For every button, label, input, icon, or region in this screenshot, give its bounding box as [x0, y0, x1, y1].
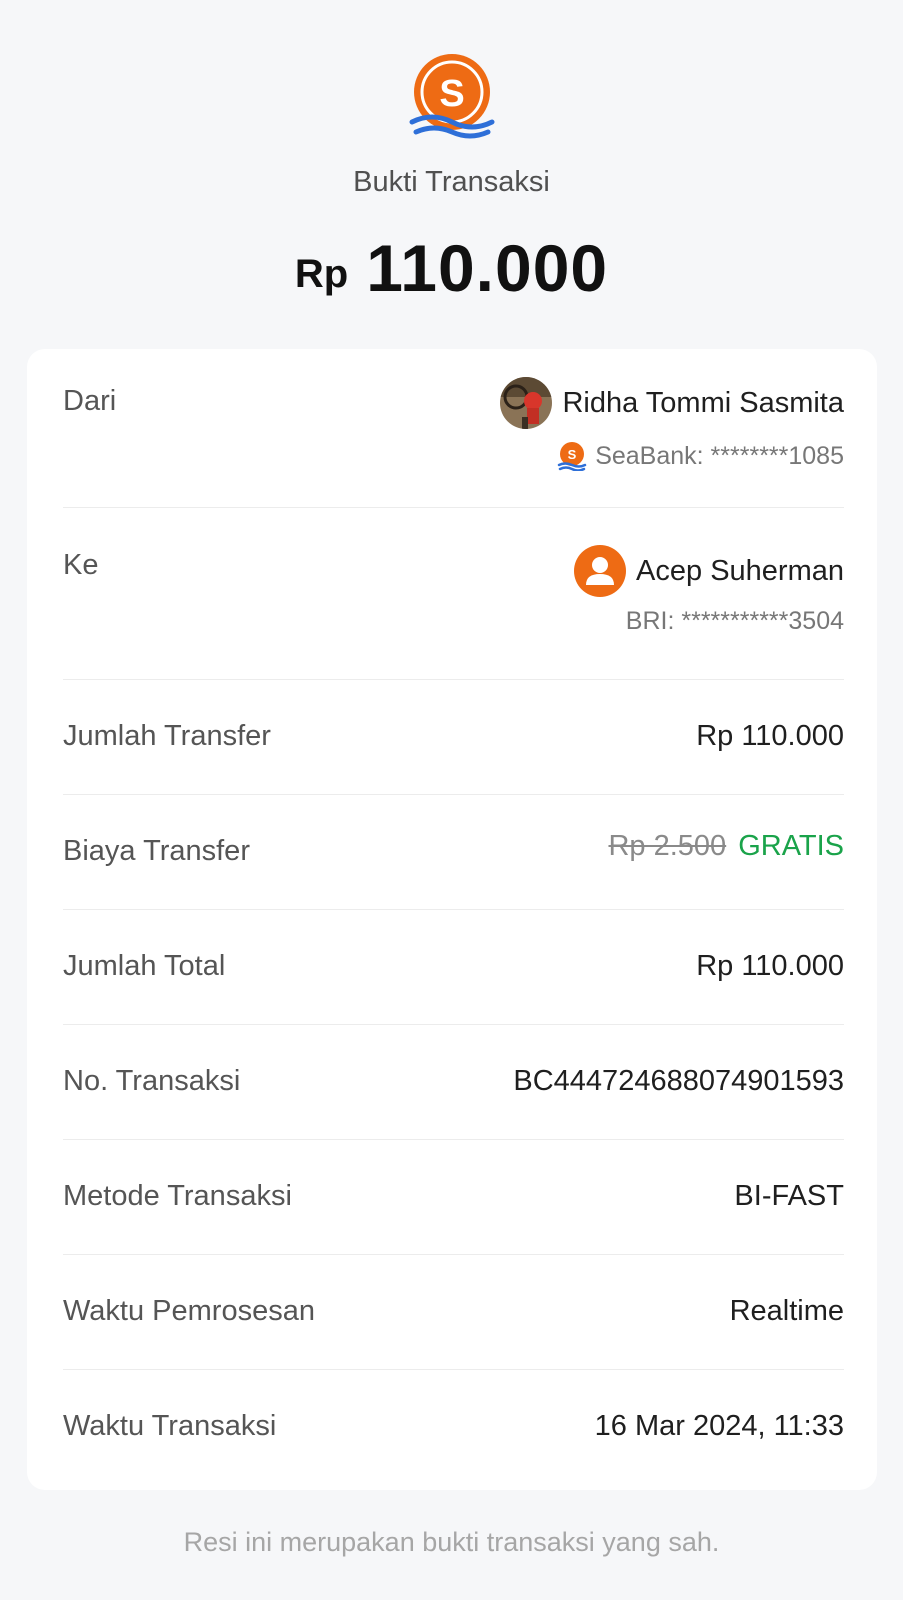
- to-row: Ke Acep Suherman BRI: ***********3504: [63, 507, 844, 680]
- sender-avatar: [500, 377, 553, 429]
- from-row: Dari Ridha Tommi Sasmita S SeaBank: ****…: [63, 349, 844, 508]
- transfer-fee-label: Biaya Transfer: [63, 835, 250, 867]
- user-avatar-icon: [574, 545, 627, 597]
- sender-account: S SeaBank: ********1085: [557, 441, 844, 471]
- amount-value: 110.000: [366, 231, 609, 305]
- transaction-detail-card: Dari Ridha Tommi Sasmita S SeaBank: ****…: [27, 349, 877, 1490]
- from-label: Dari: [63, 385, 117, 417]
- original-fee: Rp 2.500: [608, 830, 727, 862]
- transfer-amount-label: Jumlah Transfer: [63, 720, 271, 752]
- sender-name: Ridha Tommi Sasmita: [562, 386, 844, 419]
- transfer-amount-row: Jumlah Transfer Rp 110.000: [63, 679, 844, 795]
- transaction-method-label: Metode Transaksi: [63, 1180, 292, 1212]
- seabank-logo-icon: S: [409, 54, 495, 139]
- processing-time-label: Waktu Pemrosesan: [63, 1295, 315, 1327]
- total-amount-value: Rp 110.000: [696, 950, 844, 982]
- transaction-time-row: Waktu Transaksi 16 Mar 2024, 11:33: [63, 1369, 844, 1490]
- transfer-fee-value: Rp 2.500 GRATIS: [608, 830, 844, 863]
- sender-account-text: SeaBank: ********1085: [595, 441, 844, 470]
- processing-time-row: Waktu Pemrosesan Realtime: [63, 1254, 844, 1370]
- recipient-name: Acep Suherman: [636, 554, 844, 587]
- total-amount-label: Jumlah Total: [63, 950, 226, 982]
- transaction-time-label: Waktu Transaksi: [63, 1410, 277, 1442]
- total-amount-row: Jumlah Total Rp 110.000: [63, 909, 844, 1025]
- transaction-time-value: 16 Mar 2024, 11:33: [594, 1410, 844, 1442]
- transaction-method-value: BI-FAST: [734, 1180, 844, 1212]
- svg-text:S: S: [568, 447, 577, 462]
- transaction-amount: Rp 110.000: [0, 230, 903, 306]
- free-fee-badge: GRATIS: [738, 830, 844, 862]
- transfer-amount-value: Rp 110.000: [696, 720, 844, 752]
- from-party: Ridha Tommi Sasmita: [500, 377, 844, 429]
- transfer-fee-row: Biaya Transfer Rp 2.500 GRATIS: [63, 794, 844, 910]
- amount-currency: Rp: [294, 252, 349, 296]
- to-label: Ke: [63, 549, 99, 581]
- page-title: Bukti Transaksi: [353, 166, 550, 198]
- receipt-footer-note: Resi ini merupakan bukti transaksi yang …: [183, 1527, 720, 1557]
- recipient-account-text: BRI: ***********3504: [625, 607, 844, 635]
- transaction-number-label: No. Transaksi: [63, 1065, 241, 1097]
- transaction-number-value: BC444724688074901593: [513, 1065, 844, 1097]
- transaction-number-row: No. Transaksi BC444724688074901593: [63, 1024, 844, 1140]
- recipient-account: BRI: ***********3504: [626, 607, 844, 636]
- seabank-small-icon: S: [557, 442, 587, 471]
- profile-photo-icon: [500, 377, 553, 429]
- to-party: Acep Suherman: [574, 545, 844, 597]
- svg-text:S: S: [439, 73, 464, 115]
- processing-time-value: Realtime: [729, 1295, 844, 1327]
- transaction-method-row: Metode Transaksi BI-FAST: [63, 1139, 844, 1255]
